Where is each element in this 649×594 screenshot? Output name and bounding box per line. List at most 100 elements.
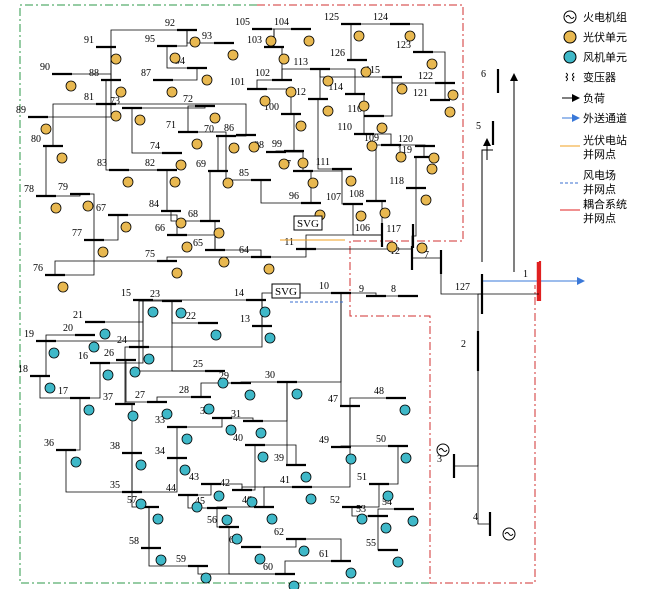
- bus-label-42: 42: [220, 478, 230, 489]
- wind-unit-icon: [179, 464, 191, 476]
- line-10-30: [287, 293, 342, 383]
- legend-pv-grid-point: 光伏电站 并网点: [560, 133, 627, 161]
- pv-unit-icon: [386, 241, 398, 253]
- line-92-95: [167, 30, 188, 47]
- bus-label-19: 19: [24, 329, 34, 340]
- legend-wind: 风机单元: [563, 50, 627, 64]
- bus-label-85: 85: [239, 168, 249, 179]
- bus-label-16: 16: [78, 351, 88, 362]
- line-1-127: [482, 281, 541, 295]
- bus-label-24: 24: [117, 335, 127, 346]
- bus-label-89: 89: [16, 105, 26, 116]
- bus-label-86: 86: [224, 123, 234, 134]
- line-99-100: [291, 113, 295, 151]
- bus-label-43: 43: [189, 472, 199, 483]
- bus-label-76: 76: [33, 263, 43, 274]
- line-108-109: [375, 144, 391, 201]
- bus-label-44: 44: [166, 483, 176, 494]
- bus-label-73: 73: [110, 96, 120, 107]
- wind-unit-icon: [191, 501, 203, 513]
- legend-label-export: 外送通道: [583, 111, 627, 125]
- bus-label-113: 113: [293, 57, 308, 68]
- bus-label-56: 56: [207, 515, 217, 526]
- wind-unit-icon: [200, 572, 212, 584]
- line-68-69: [209, 170, 218, 221]
- legend-load: 负荷: [562, 91, 605, 105]
- bus-label-69: 69: [196, 159, 206, 170]
- bus-label-28: 28: [179, 385, 189, 396]
- bus-label-55: 55: [366, 538, 376, 549]
- bus-label-11: 11: [284, 237, 294, 248]
- wind-unit-icon: [356, 513, 368, 525]
- bus-label-5: 5: [476, 121, 481, 132]
- line-67-77: [94, 215, 119, 241]
- bus-label-72: 72: [183, 94, 193, 105]
- wind-unit-icon: [399, 404, 411, 416]
- bus-label-84: 84: [149, 199, 159, 210]
- bus-label-83: 83: [97, 158, 107, 169]
- pv-unit-icon: [248, 141, 260, 153]
- wind-unit-icon: [382, 490, 394, 502]
- pv-unit-icon: [181, 241, 193, 253]
- bus-label-41: 41: [280, 475, 290, 486]
- pv-unit-icon: [209, 112, 221, 124]
- wind-unit-icon: [217, 377, 229, 389]
- bus-label-104: 104: [274, 17, 289, 28]
- wind-unit-icon: [213, 490, 225, 502]
- wind-unit-icon: [380, 522, 392, 534]
- wind-region-boundary: [19, 4, 430, 584]
- line-19-18: [40, 341, 47, 377]
- line-82-84: [166, 170, 171, 212]
- legend-label-wind-point-2: 并网点: [583, 182, 616, 196]
- pv-unit-icon: [227, 49, 239, 61]
- pv-unit-icon: [57, 281, 69, 293]
- bus-label-30: 30: [265, 370, 275, 381]
- wind-unit-icon: [155, 554, 167, 566]
- bus-label-75: 75: [145, 249, 155, 260]
- svg-label-wind: SVG: [275, 286, 297, 298]
- bus-label-93: 93: [202, 31, 212, 42]
- line-47-49: [341, 406, 351, 448]
- pv-unit-icon: [115, 86, 127, 98]
- line-43-44: [188, 484, 212, 496]
- bus-label-74: 74: [150, 141, 160, 152]
- bus-label-27: 27: [135, 390, 145, 401]
- legend-pv: 光伏单元: [563, 30, 627, 44]
- bus-label-31: 31: [231, 409, 241, 420]
- bus-label-88: 88: [89, 68, 99, 79]
- bus-label-92: 92: [165, 18, 175, 29]
- pv-unit-icon: [360, 66, 372, 78]
- line-115-116: [374, 77, 393, 117]
- pv-unit-icon: [201, 74, 213, 86]
- legend-label-wind: 风机单元: [583, 50, 627, 64]
- wind-unit-icon: [102, 369, 114, 381]
- wind-unit-icon: [225, 424, 237, 436]
- line-2-4: [477, 351, 490, 525]
- bus-label-34: 34: [155, 446, 165, 457]
- bus-label-20: 20: [63, 323, 73, 334]
- bus-label-23: 23: [150, 289, 160, 300]
- svg-compensator-wind: SVG: [271, 283, 301, 299]
- bus-label-127: 127: [455, 282, 470, 293]
- line-113-115: [319, 69, 392, 78]
- pv-unit-icon: [110, 110, 122, 122]
- bus-label-21: 21: [73, 310, 83, 321]
- pv-unit-icon: [50, 202, 62, 214]
- line-50-51: [379, 446, 399, 485]
- bus-label-26: 26: [104, 348, 114, 359]
- pv-unit-icon: [426, 58, 438, 70]
- legend-export: 外送通道: [562, 111, 627, 125]
- pv-unit-icon: [322, 75, 334, 87]
- line-76-75: [54, 260, 167, 275]
- bus-label-107: 107: [326, 192, 341, 203]
- bus-label-60: 60: [263, 562, 273, 573]
- bus-label-1: 1: [523, 269, 528, 280]
- legend-label-generator: 火电机组: [583, 10, 627, 24]
- wind-unit-icon: [203, 403, 215, 415]
- bus-label-80: 80: [31, 134, 41, 145]
- bus-label-67: 67: [96, 203, 106, 214]
- pv-unit-icon: [379, 207, 391, 219]
- pv-unit-icon: [353, 30, 365, 42]
- pv-unit-icon: [65, 80, 77, 92]
- bus-label-58: 58: [129, 536, 139, 547]
